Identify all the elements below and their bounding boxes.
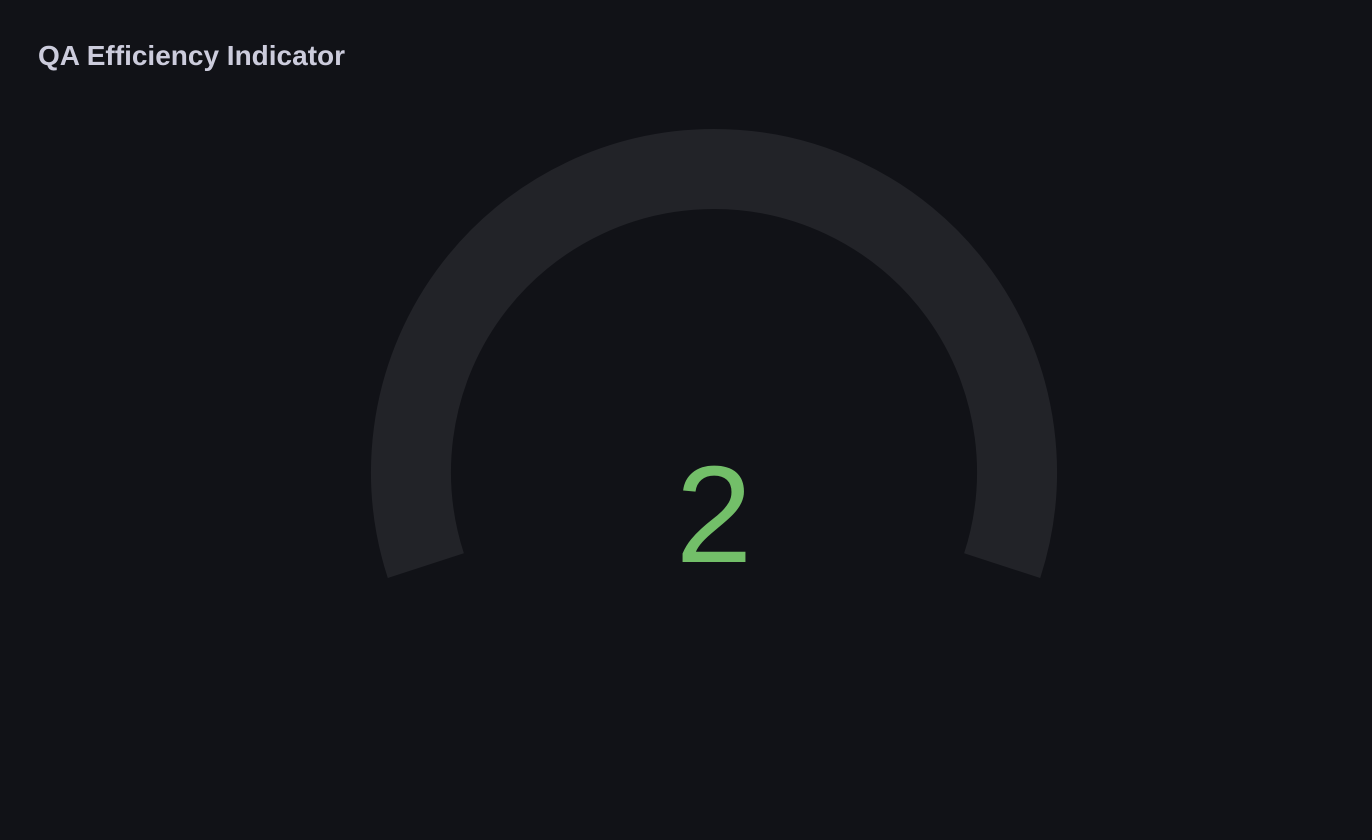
gauge-panel: QA Efficiency Indicator 2 (0, 0, 1372, 840)
gauge-chart: 2 (371, 129, 1057, 592)
gauge-value: 2 (676, 438, 753, 592)
